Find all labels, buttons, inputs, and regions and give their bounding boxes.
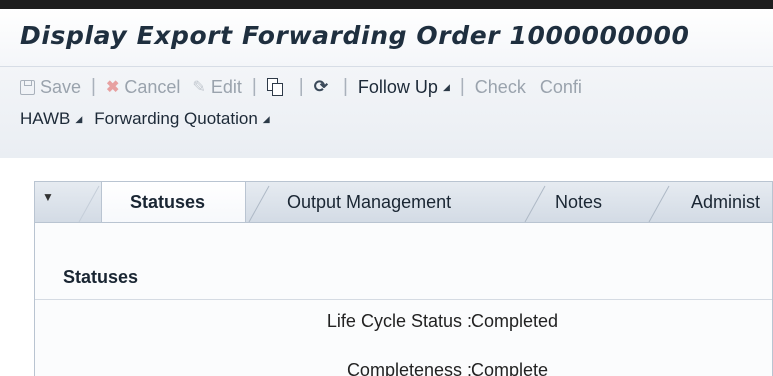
toolbar-separator: | [91, 76, 96, 97]
hawb-menu[interactable]: HAWB ◢ [20, 109, 82, 129]
edit-label: Edit [210, 76, 242, 97]
tab-divider [78, 185, 100, 223]
window-frame: Display Export Forwarding Order 10000000… [0, 0, 773, 376]
tab-label: Administ [691, 192, 761, 212]
edit-button[interactable]: ✎ Edit [192, 77, 241, 98]
copy-icon [266, 77, 284, 97]
hawb-label: HAWB [20, 109, 71, 128]
save-button[interactable]: Save [20, 77, 81, 98]
toolbar-separator: | [298, 76, 304, 97]
cancel-label: Cancel [124, 76, 181, 97]
edit-icon: ✎ [192, 79, 206, 96]
tab-label: Statuses [130, 192, 206, 212]
life-cycle-status-value: Completed [471, 311, 559, 331]
dropdown-caret-icon: ◢ [262, 113, 270, 124]
follow-up-menu[interactable]: Follow Up ◢ [358, 77, 450, 98]
completeness-value: Complete [471, 360, 549, 376]
tab-divider [524, 185, 546, 223]
forwarding-quotation-menu[interactable]: Forwarding Quotation ◢ [94, 109, 269, 129]
refresh-button[interactable]: ⟳ [314, 77, 333, 97]
completeness-label: Completeness : [346, 360, 472, 376]
tab-statuses[interactable]: Statuses [101, 182, 246, 225]
follow-up-label: Follow Up [357, 76, 438, 97]
refresh-icon: ⟳ [313, 77, 328, 96]
copy-button[interactable] [266, 77, 289, 97]
toolbar-row-2: HAWB ◢ Forwarding Quotation ◢ [20, 107, 773, 131]
cancel-icon: ✖ [105, 79, 120, 96]
tab-label: Output Management [287, 192, 452, 212]
statuses-panel: Statuses Life Cycle Status : Completed C… [34, 222, 773, 376]
toolbar-separator: | [251, 76, 257, 97]
confirm-button[interactable]: Confi [540, 77, 582, 98]
forwarding-quotation-label: Forwarding Quotation [94, 109, 258, 128]
tab-output-management[interactable]: Output Management [287, 182, 451, 223]
divider [35, 299, 772, 300]
tab-divider [648, 185, 670, 223]
triangle-down-icon[interactable]: ▼ [42, 190, 54, 204]
tab-divider [248, 185, 270, 223]
toolbar-separator: | [459, 76, 465, 97]
life-cycle-status-label: Life Cycle Status : [326, 311, 472, 331]
check-label: Check [474, 76, 526, 97]
toolbar-separator: | [342, 76, 348, 97]
tab-label: Notes [555, 192, 603, 212]
title-bar: Display Export Forwarding Order 10000000… [0, 9, 773, 66]
dropdown-caret-icon: ◢ [442, 81, 450, 92]
tabstrip: ▼ Statuses Output Management Notes Admin… [34, 181, 773, 225]
confirm-label: Confi [539, 76, 582, 97]
page-title: Display Export Forwarding Order 10000000… [20, 21, 690, 50]
dropdown-caret-icon: ◢ [75, 113, 83, 124]
check-button[interactable]: Check [475, 77, 526, 98]
save-icon [20, 79, 35, 95]
toolbar: Save | ✖ Cancel ✎ Edit | | ⟳ | Follow Up [0, 66, 773, 158]
cancel-button[interactable]: ✖ Cancel [106, 77, 180, 98]
save-label: Save [40, 76, 82, 97]
tab-notes[interactable]: Notes [555, 182, 602, 223]
toolbar-row-1: Save | ✖ Cancel ✎ Edit | | ⟳ | Follow Up [20, 75, 773, 99]
tab-administration[interactable]: Administ [691, 182, 760, 223]
section-title: Statuses [63, 267, 139, 287]
content-area: ▼ Statuses Output Management Notes Admin… [0, 158, 773, 376]
